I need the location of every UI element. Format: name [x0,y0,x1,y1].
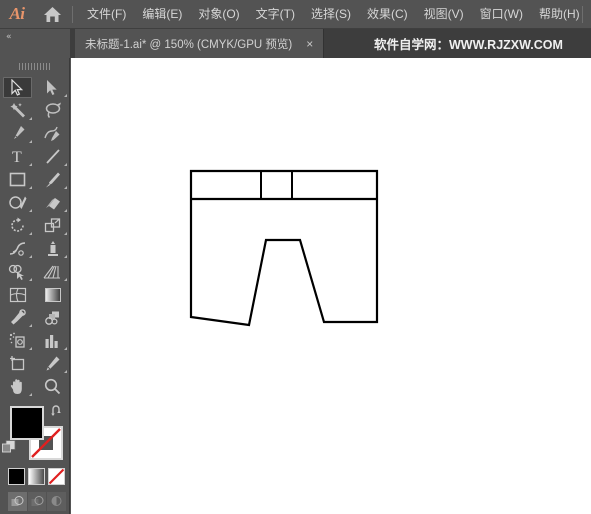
menu-edit[interactable]: 编辑(E) [134,0,190,29]
menu-select[interactable]: 选择(S) [303,0,359,29]
free-transform-tool[interactable] [35,237,70,260]
menu-divider [72,5,73,23]
magic-wand-tool[interactable] [0,99,35,122]
shape-builder-tool[interactable] [0,260,35,283]
paintbrush-tool[interactable] [35,168,70,191]
menu-effect[interactable]: 效果(C) [359,0,416,29]
lasso-tool[interactable] [35,99,70,122]
collapse-panel-icon[interactable]: « [6,32,11,42]
paint-mode-buttons [8,468,66,490]
zoom-tool[interactable] [35,375,70,398]
gradient-tool[interactable] [35,283,70,306]
shorts-outline-drawing[interactable] [71,58,591,514]
hand-tool[interactable] [0,375,35,398]
app-logo: Ai [9,4,25,23]
gradient-mode-button[interactable] [28,468,45,485]
draw-mode-buttons [8,492,67,512]
rectangle-tool[interactable] [0,168,35,191]
blend-tool[interactable] [35,306,70,329]
panel-drag-handle[interactable] [0,58,69,74]
document-tab-bar: « 未标题-1.ai* @ 150% (CMYK/GPU 预览) × 软件自学网… [0,29,591,58]
illustrator-window: Ai 文件(F) 编辑(E) 对象(O) 文字(T) 选择(S) 效果(C) 视… [0,0,591,514]
artboard-canvas[interactable] [71,58,591,514]
menu-right-divider [582,6,583,23]
line-segment-tool[interactable] [35,145,70,168]
eyedropper-tool[interactable] [0,306,35,329]
toolbar-header-zone: « [0,29,70,58]
menu-help[interactable]: 帮助(H) [531,0,588,29]
symbol-sprayer-tool[interactable] [0,329,35,352]
shorts-outer-path [189,169,379,327]
tool-grid: T [0,74,70,398]
column-graph-tool[interactable] [35,329,70,352]
document-tab[interactable]: 未标题-1.ai* @ 150% (CMYK/GPU 预览) × [75,29,325,58]
direct-selection-tool[interactable] [35,76,70,99]
menu-object[interactable]: 对象(O) [190,0,247,29]
watermark-text: 软件自学网：WWW.RJZXW.COM [374,38,563,52]
color-mode-button[interactable] [8,468,25,485]
fill-stroke-swatches [0,402,70,511]
mesh-tool[interactable] [0,283,35,306]
menu-window[interactable]: 窗口(W) [472,0,531,29]
selection-tool[interactable] [0,76,35,99]
type-tool[interactable]: T [0,145,35,168]
draw-inside-button[interactable] [47,492,67,511]
rotate-tool[interactable] [0,214,35,237]
eraser-tool[interactable] [35,191,70,214]
curvature-tool[interactable] [35,122,70,145]
svg-text:T: T [12,149,22,165]
width-tool[interactable] [0,237,35,260]
perspective-grid-tool[interactable] [35,260,70,283]
fill-swatch[interactable] [10,406,44,440]
shaper-tool[interactable] [0,191,35,214]
menu-type[interactable]: 文字(T) [248,0,303,29]
scale-tool[interactable] [35,214,70,237]
close-icon[interactable]: × [302,38,317,50]
draw-behind-button[interactable] [27,492,47,511]
draw-normal-button[interactable] [8,492,27,511]
swap-fill-stroke-icon[interactable] [50,404,64,418]
tools-panel: T [0,58,70,514]
artboard-tool[interactable] [0,352,35,375]
none-mode-button[interactable] [48,468,65,485]
default-fill-stroke-icon[interactable] [2,440,16,454]
slice-tool[interactable] [35,352,70,375]
document-tab-title: 未标题-1.ai* @ 150% (CMYK/GPU 预览) [85,38,293,51]
menu-bar: Ai 文件(F) 编辑(E) 对象(O) 文字(T) 选择(S) 效果(C) 视… [0,0,591,29]
menu-view[interactable]: 视图(V) [416,0,472,29]
pen-tool[interactable] [0,122,35,145]
menu-file[interactable]: 文件(F) [79,0,134,29]
home-icon[interactable] [34,0,70,29]
